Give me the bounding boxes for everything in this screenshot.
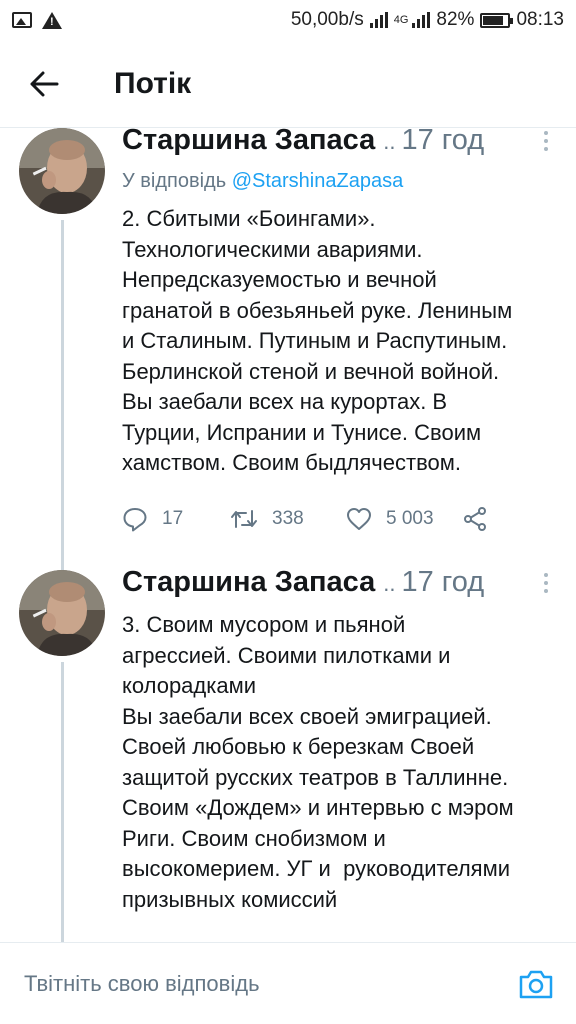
tweet-body: 3. Своим мусором и пьяной агрессией. Сво… [122,612,514,912]
tweet-actions: 17 338 5 003 [122,506,488,532]
arrow-left-icon [30,71,59,96]
thread-line [61,662,64,942]
retweet-button[interactable]: 338 [230,507,346,531]
status-left: ! [12,11,62,29]
image-icon [12,12,32,28]
camera-icon [519,970,553,998]
avatar[interactable] [19,128,105,214]
tweet-text: 2. Сбитыми «Боингами». Технологическими … [122,204,558,479]
reply-to: У відповідь @StarshinaZapasa [122,170,403,193]
app-header: Потік [0,40,576,128]
avatar[interactable] [19,570,105,656]
more-options-button[interactable] [536,572,556,593]
tweet[interactable]: Старшина Запаса .. 17 год 3. Своим мусор… [0,566,576,942]
signal-icon [412,12,431,28]
reply-handle-link[interactable]: @StarshinaZapasa [232,170,404,192]
signal-icon [369,12,388,28]
tweet-time: 17 год [401,124,485,156]
page-title: Потік [114,66,192,100]
like-button[interactable]: 5 003 [346,507,462,531]
name-truncation: .. [383,129,396,154]
share-button[interactable] [462,506,488,532]
like-count: 5 003 [386,508,434,529]
camera-button[interactable] [516,964,556,1004]
battery-percent: 82% [436,9,475,30]
tweet-time: 17 год [401,566,485,598]
net-speed: 50,00b/s [290,9,364,30]
author-name[interactable]: Старшина Запаса [122,124,375,157]
thread-line [61,220,64,570]
reply-composer: Твітніть свою відповідь [0,942,576,1024]
name-truncation: .. [383,571,396,596]
more-options-button[interactable] [536,130,556,151]
retweet-icon [231,510,257,528]
reply-count: 17 [162,508,184,529]
network-type: 4G [393,14,409,26]
reply-button[interactable]: 17 [122,506,230,532]
status-right: 50,00b/s 4G 82% 08:13 [291,9,564,31]
heart-icon [347,508,371,530]
retweet-count: 338 [272,508,304,529]
tweet-header: Старшина Запаса .. 17 год [122,566,556,599]
avatar-image [19,570,105,656]
tweet-body: 2. Сбитыми «Боингами». Технологическими … [122,206,513,475]
avatar-image [19,128,105,214]
warning-icon: ! [42,11,62,29]
share-icon [464,507,486,531]
status-bar: ! 50,00b/s 4G 82% 08:13 [0,0,576,40]
tweet-text: 3. Своим мусором и пьяной агрессией. Сво… [122,610,558,915]
back-button[interactable] [14,54,74,114]
author-name[interactable]: Старшина Запаса [122,566,375,599]
tweet-header: Старшина Запаса .. 17 год [122,124,556,157]
clock: 08:13 [516,9,564,30]
reply-icon [123,508,147,532]
battery-icon [480,12,514,28]
reply-prefix: У відповідь [122,170,227,192]
tweet[interactable]: Старшина Запаса .. 17 год У відповідь @S… [0,124,576,570]
reply-input[interactable]: Твітніть свою відповідь [24,971,516,997]
